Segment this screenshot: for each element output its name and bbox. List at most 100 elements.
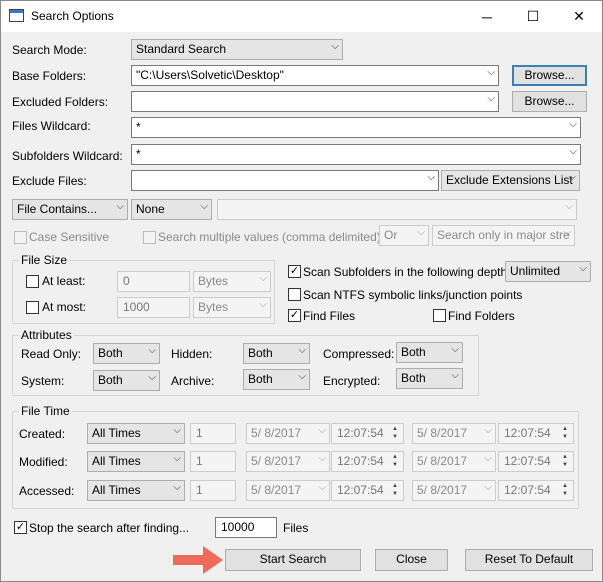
at-most-checkbox[interactable]	[26, 301, 39, 314]
app-icon	[9, 9, 24, 22]
close-window-button[interactable]: ✕	[556, 1, 602, 32]
find-files-label: Find Files	[303, 309, 356, 323]
compressed-select[interactable]: Both ⌵	[396, 342, 463, 363]
modified-date2-picker[interactable]: 5/ 8/2017 ⌵	[412, 451, 496, 472]
read-only-value: Both	[98, 346, 123, 360]
search-mode-label: Search Mode:	[12, 43, 87, 57]
reset-default-button[interactable]: Reset To Default	[465, 549, 593, 571]
created-mode-select[interactable]: All Times ⌵	[87, 423, 185, 444]
chevron-down-icon: ⌵	[259, 299, 267, 310]
files-wildcard-input[interactable]: * ⌵	[131, 117, 581, 138]
created-date2-picker[interactable]: 5/ 8/2017 ⌵	[412, 423, 496, 444]
at-least-checkbox[interactable]	[26, 275, 39, 288]
stream-scope-select[interactable]: Search only in major stre ⌵	[432, 225, 575, 246]
check-icon: ✓	[15, 521, 26, 533]
contains-format-select[interactable]: None ⌵	[131, 199, 212, 220]
multiple-values-checkbox[interactable]	[143, 231, 156, 244]
chevron-down-icon: ⌵	[148, 372, 156, 383]
exclude-files-input[interactable]: ⌵	[131, 170, 439, 191]
contains-type-value: File Contains...	[17, 202, 98, 216]
accessed-time2-input[interactable]: 12:07:54 ▲ ▼	[498, 480, 574, 501]
spinner-icon[interactable]: ▲ ▼	[558, 453, 572, 470]
subfolders-wildcard-label: Subfolders Wildcard:	[12, 149, 123, 163]
spinner-icon[interactable]: ▲ ▼	[388, 425, 402, 442]
created-time2-input[interactable]: 12:07:54 ▲ ▼	[498, 423, 574, 444]
find-folders-checkbox[interactable]	[433, 309, 446, 322]
system-select[interactable]: Both ⌵	[93, 370, 160, 391]
logic-value: Or	[384, 228, 398, 242]
base-folders-input[interactable]: "C:\Users\Solvetic\Desktop" ⌵	[131, 65, 499, 86]
chevron-down-icon: ⌵	[563, 227, 571, 238]
stop-after-checkbox[interactable]: ✓	[14, 521, 27, 534]
case-sensitive-label: Case Sensitive	[29, 230, 110, 244]
created-date2-value: 5/ 8/2017	[417, 426, 468, 440]
base-folders-browse-button[interactable]: Browse...	[512, 65, 587, 86]
modified-time1-input[interactable]: 12:07:54 ▲ ▼	[331, 451, 404, 472]
accessed-mode-select[interactable]: All Times ⌵	[87, 480, 185, 501]
modified-count-input[interactable]: 1	[190, 451, 236, 472]
spinner-icon[interactable]: ▲ ▼	[388, 482, 402, 499]
spinner-icon[interactable]: ▲ ▼	[558, 425, 572, 442]
contains-value-input[interactable]: ⌵	[217, 199, 577, 220]
archive-label: Archive:	[171, 374, 215, 388]
close-button[interactable]: Close	[375, 549, 448, 571]
depth-select[interactable]: Unlimited ⌵	[505, 261, 591, 282]
at-least-input[interactable]: 0	[117, 271, 190, 292]
title-bar: Search Options ─ ☐ ✕	[1, 1, 602, 32]
at-most-input[interactable]: 1000	[117, 297, 190, 318]
files-wildcard-value: *	[136, 120, 141, 134]
excluded-folders-label: Excluded Folders:	[12, 95, 109, 109]
file-time-title: File Time	[19, 404, 72, 418]
spinner-icon[interactable]: ▲ ▼	[558, 482, 572, 499]
modified-mode-select[interactable]: All Times ⌵	[87, 451, 185, 472]
at-most-label: At most:	[42, 300, 87, 314]
excluded-folders-input[interactable]: ⌵	[131, 91, 499, 112]
accessed-time1-input[interactable]: 12:07:54 ▲ ▼	[331, 480, 404, 501]
case-sensitive-checkbox[interactable]	[14, 231, 27, 244]
encrypted-select[interactable]: Both ⌵	[396, 368, 463, 389]
scan-ntfs-checkbox[interactable]	[288, 288, 301, 301]
chevron-down-icon: ⌵	[298, 371, 306, 382]
search-mode-select[interactable]: Standard Search ⌵	[131, 39, 343, 60]
subfolders-wildcard-input[interactable]: * ⌵	[131, 144, 581, 165]
at-least-unit-select[interactable]: Bytes ⌵	[193, 271, 271, 292]
find-folders-label: Find Folders	[448, 309, 515, 323]
encrypted-label: Encrypted:	[323, 374, 381, 388]
exclude-files-label: Exclude Files:	[12, 174, 87, 188]
excluded-folders-browse-button[interactable]: Browse...	[512, 91, 587, 112]
logic-select[interactable]: Or ⌵	[379, 225, 429, 246]
system-value: Both	[98, 373, 123, 387]
start-search-button[interactable]: Start Search	[225, 549, 361, 571]
hidden-value: Both	[248, 346, 273, 360]
created-label: Created:	[19, 427, 66, 441]
accessed-date1-picker[interactable]: 5/ 8/2017 ⌵	[246, 480, 330, 501]
archive-select[interactable]: Both ⌵	[243, 369, 310, 390]
chevron-down-icon: ⌵	[417, 227, 425, 238]
spinner-icon[interactable]: ▲ ▼	[388, 453, 402, 470]
stop-after-label: Stop the search after finding...	[29, 521, 190, 535]
chevron-down-icon: ⌵	[565, 201, 573, 212]
chevron-down-icon: ⌵	[487, 93, 495, 104]
stop-after-input[interactable]: 10000	[215, 517, 277, 538]
created-count-input[interactable]: 1	[190, 423, 236, 444]
read-only-select[interactable]: Both ⌵	[93, 343, 160, 364]
at-most-unit-select[interactable]: Bytes ⌵	[193, 297, 271, 318]
scan-subfolders-checkbox[interactable]: ✓	[288, 265, 301, 278]
chevron-down-icon: ⌵	[318, 453, 326, 464]
chevron-down-icon: ⌵	[487, 67, 495, 78]
contains-type-select[interactable]: File Contains... ⌵	[12, 199, 128, 220]
minimize-button[interactable]: ─	[464, 1, 510, 32]
accessed-count-input[interactable]: 1	[190, 480, 236, 501]
accessed-date2-picker[interactable]: 5/ 8/2017 ⌵	[412, 480, 496, 501]
maximize-button[interactable]: ☐	[510, 1, 556, 32]
modified-time2-value: 12:07:54	[504, 454, 551, 468]
modified-time2-input[interactable]: 12:07:54 ▲ ▼	[498, 451, 574, 472]
hidden-select[interactable]: Both ⌵	[243, 343, 310, 364]
find-files-checkbox[interactable]: ✓	[288, 309, 301, 322]
exclude-mode-select[interactable]: Exclude Extensions List ⌵	[441, 170, 580, 191]
chevron-down-icon: ⌵	[173, 482, 181, 493]
at-most-unit-value: Bytes	[198, 300, 229, 314]
modified-date1-picker[interactable]: 5/ 8/2017 ⌵	[246, 451, 330, 472]
created-time1-input[interactable]: 12:07:54 ▲ ▼	[331, 423, 404, 444]
created-date1-picker[interactable]: 5/ 8/2017 ⌵	[246, 423, 330, 444]
